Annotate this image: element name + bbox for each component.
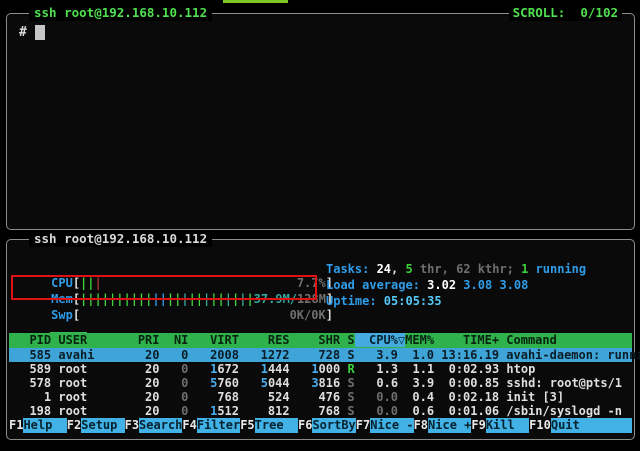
- fn-key-label: F4: [182, 418, 196, 433]
- fn-action-nice-[interactable]: Nice -: [370, 418, 413, 433]
- fn-key-label: F3: [125, 418, 139, 433]
- fn-key-label: F10: [529, 418, 551, 433]
- prompt-char: #: [19, 25, 27, 40]
- top-pane[interactable]: ssh root@192.168.10.112 SCROLL: 0/102 #: [6, 13, 635, 230]
- fn-action-sortby[interactable]: SortBy: [312, 418, 355, 433]
- swp-meter-bar: Swp[ 0K/0K]: [44, 308, 333, 322]
- process-row[interactable]: 1 root 20 0 768 524 476 S 0.0 0.4 0:02.1…: [9, 390, 632, 404]
- uptime-stat: Uptime: 05:05:35: [326, 294, 442, 308]
- text-cursor: [35, 25, 45, 40]
- swp-meter: Swp[ 0K/0K] Uptime: 05:05:35: [15, 294, 333, 309]
- fn-action-tree[interactable]: Tree: [255, 418, 298, 433]
- fn-action-kill[interactable]: Kill: [486, 418, 529, 433]
- fn-bar: F1Help F2Setup F3SearchF4FilterF5Tree F6…: [9, 418, 632, 433]
- fn-key-label: F1: [9, 418, 23, 433]
- load-average-stat: Load average: 3.02 3.08 3.08: [326, 278, 528, 292]
- fn-key-label: F6: [298, 418, 312, 433]
- htop-tabs: Main I/O: [15, 318, 87, 333]
- fn-action-nice-[interactable]: Nice +: [428, 418, 471, 433]
- fn-key-label: F8: [414, 418, 428, 433]
- process-row[interactable]: 198 root 20 0 1512 812 768 S 0.0 0.6 0:0…: [9, 404, 632, 418]
- fn-key-label: F9: [471, 418, 485, 433]
- fn-key-label: F5: [240, 418, 254, 433]
- cpu-meter: CPU[||| 7.7%] Tasks: 24, 5 thr, 62 kthr;…: [15, 262, 333, 277]
- fn-action-help[interactable]: Help: [23, 418, 66, 433]
- fn-key-label: F2: [67, 418, 81, 433]
- fn-action-quit[interactable]: Quit: [551, 418, 632, 433]
- table-header[interactable]: PID USER PRI NI VIRT RES SHR S CPU%▽MEM%…: [9, 333, 632, 348]
- fn-action-filter[interactable]: Filter: [197, 418, 240, 433]
- scroll-indicator: SCROLL: 0/102: [509, 5, 622, 21]
- fn-action-search[interactable]: Search: [139, 418, 182, 433]
- shell-prompt: #: [19, 25, 45, 40]
- process-row[interactable]: 578 root 20 0 5760 5044 3816 S 0.6 3.9 0…: [9, 376, 632, 390]
- process-row[interactable]: 585 avahi 20 0 2008 1272 728 S 3.9 1.0 1…: [9, 348, 632, 362]
- tasks-stat: Tasks: 24, 5 thr, 62 kthr; 1 running: [326, 262, 586, 276]
- fn-key-label: F7: [356, 418, 370, 433]
- top-accent-bar: [223, 0, 288, 3]
- bottom-pane-title: ssh root@192.168.10.112: [29, 231, 212, 247]
- mem-meter: Mem[||||||||||||||||||||||||37.9M/128M] …: [15, 278, 333, 293]
- terminal-screen: { "colors": { "accent_green": "#50e050",…: [0, 0, 640, 451]
- fn-action-setup[interactable]: Setup: [81, 418, 124, 433]
- top-pane-title: ssh root@192.168.10.112: [29, 5, 212, 21]
- process-row[interactable]: 589 root 20 0 1672 1444 1000 R 1.3 1.1 0…: [9, 362, 632, 376]
- bottom-pane[interactable]: ssh root@192.168.10.112 CPU[||| 7.7%] Ta…: [6, 239, 635, 440]
